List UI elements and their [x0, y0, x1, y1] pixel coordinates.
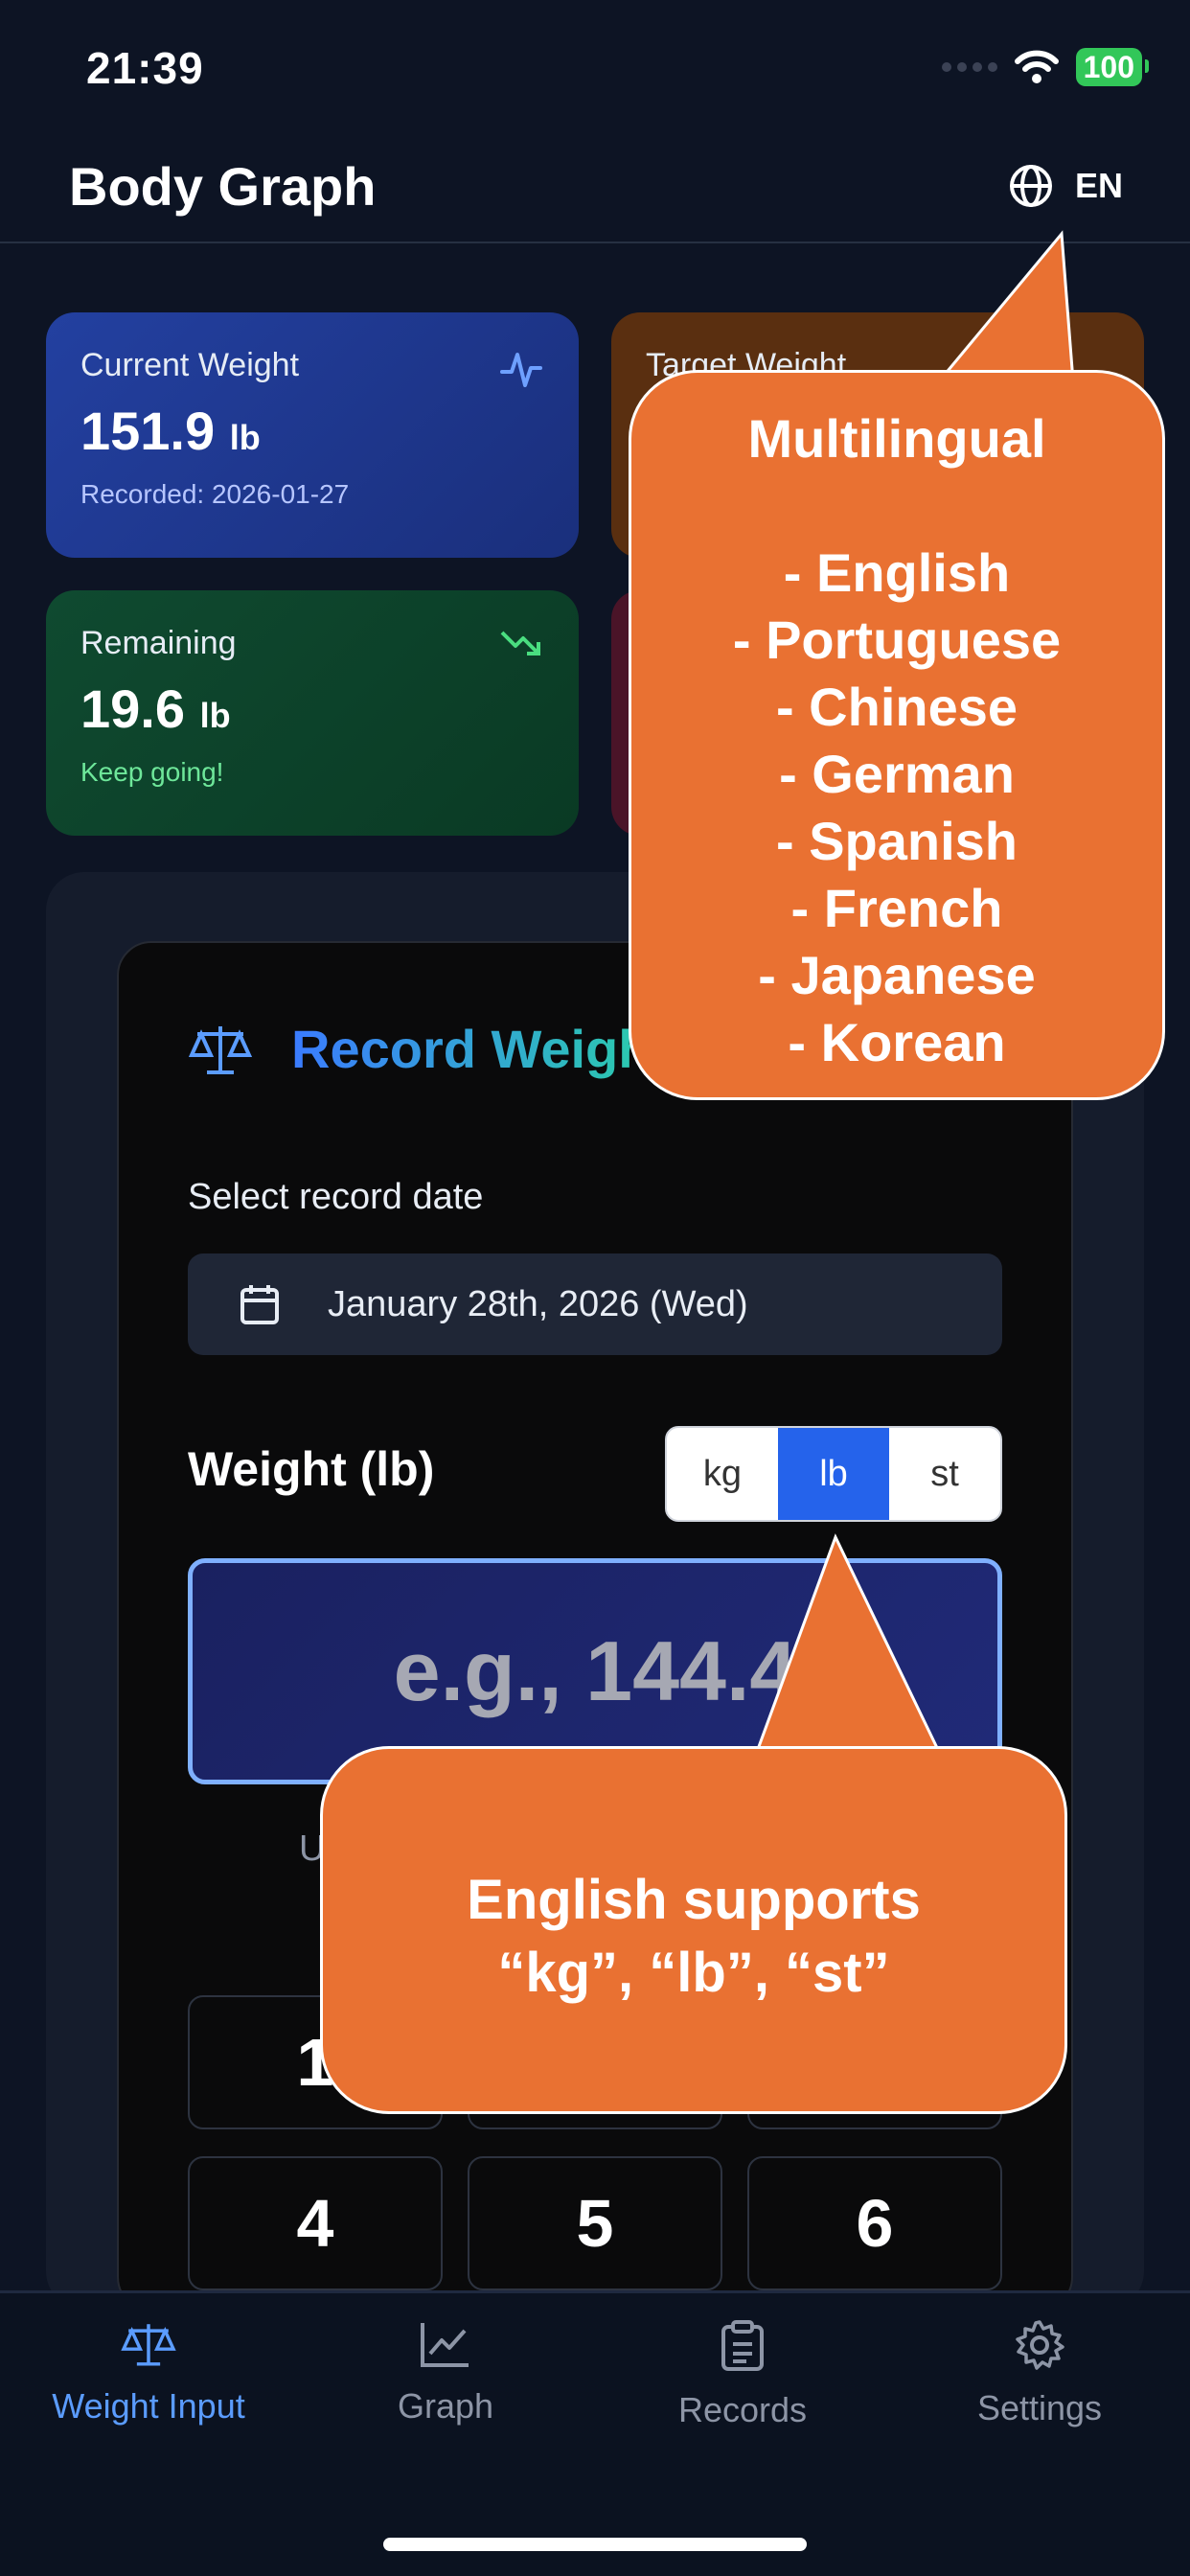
unit-toggle[interactable]: kg lb st — [665, 1426, 1002, 1522]
status-indicators: 100 — [941, 48, 1150, 86]
callout-title: Multilingual — [747, 408, 1046, 469]
status-time: 21:39 — [86, 43, 204, 93]
clipboard-icon — [721, 2320, 764, 2371]
tab-label: Settings — [976, 2388, 1103, 2427]
callout-line: English supports — [467, 1869, 921, 1931]
card-label: Remaining — [80, 625, 237, 661]
card-value: 19.6 lb — [80, 678, 231, 739]
app-title: Body Graph — [69, 156, 377, 217]
tab-label: Graph — [397, 2386, 494, 2426]
globe-icon — [1009, 165, 1052, 207]
tab-graph[interactable]: Graph — [297, 2319, 594, 2426]
scale-icon — [121, 2324, 176, 2366]
keypad-key-6[interactable]: 6 — [747, 2156, 1002, 2290]
chart-icon — [421, 2323, 469, 2367]
home-indicator[interactable] — [383, 2538, 807, 2551]
weight-label: Weight (lb) — [188, 1442, 435, 1496]
language-item: - French — [790, 878, 1003, 938]
form-title: Record Weight — [291, 1019, 670, 1079]
callout-pointer — [755, 1533, 941, 1753]
tab-records[interactable]: Records — [594, 2319, 891, 2430]
tab-weight-input[interactable]: Weight Input — [0, 2319, 297, 2426]
date-value: January 28th, 2026 (Wed) — [328, 1283, 748, 1324]
language-callout: Multilingual - English - Portuguese - Ch… — [629, 370, 1165, 1100]
tab-label: Weight Input — [52, 2386, 245, 2426]
record-weight-title: Record Weight — [188, 1018, 669, 1080]
unit-option-st[interactable]: st — [889, 1428, 1000, 1520]
language-item: - German — [779, 744, 1015, 804]
unit-callout: English supports “kg”, “lb”, “st” — [320, 1746, 1067, 2114]
tab-settings[interactable]: Settings — [891, 2319, 1188, 2428]
wifi-icon — [1014, 50, 1059, 83]
scale-icon — [188, 1025, 253, 1074]
language-item: - Japanese — [758, 945, 1036, 1005]
gear-icon — [1016, 2320, 1064, 2370]
cellular-signal-icon — [941, 62, 997, 72]
unit-option-kg[interactable]: kg — [667, 1428, 778, 1520]
calendar-icon — [240, 1285, 279, 1324]
card-value: 151.9 lb — [80, 401, 261, 461]
keypad-key-5[interactable]: 5 — [468, 2156, 722, 2290]
callout-pointer — [937, 230, 1075, 382]
language-item: - Chinese — [775, 677, 1018, 737]
keypad-key-4[interactable]: 4 — [188, 2156, 443, 2290]
language-item: - Spanish — [775, 811, 1018, 871]
language-item: - Korean — [788, 1012, 1006, 1072]
unit-option-lb[interactable]: lb — [778, 1428, 889, 1520]
remaining-card: Remaining 19.6 lb Keep going! — [46, 590, 579, 836]
date-label: Select record date — [188, 1177, 484, 1217]
trending-down-icon — [500, 631, 540, 656]
tab-label: Records — [677, 2390, 808, 2429]
card-sub: Keep going! — [80, 757, 224, 787]
current-weight-card: Current Weight 151.9 lb Recorded: 2026-0… — [46, 312, 579, 558]
card-label: Current Weight — [80, 347, 300, 383]
card-sub: Recorded: 2026-01-27 — [80, 479, 350, 509]
callout-line: “kg”, “lb”, “st” — [497, 1942, 890, 2004]
language-code: EN — [1074, 166, 1123, 205]
activity-icon — [500, 353, 542, 387]
language-button[interactable]: EN — [1008, 163, 1123, 209]
battery-indicator: 100 — [1075, 48, 1150, 86]
date-picker[interactable]: January 28th, 2026 (Wed) — [188, 1254, 1002, 1355]
language-item: - English — [783, 542, 1011, 603]
language-item: - Portuguese — [732, 610, 1062, 670]
